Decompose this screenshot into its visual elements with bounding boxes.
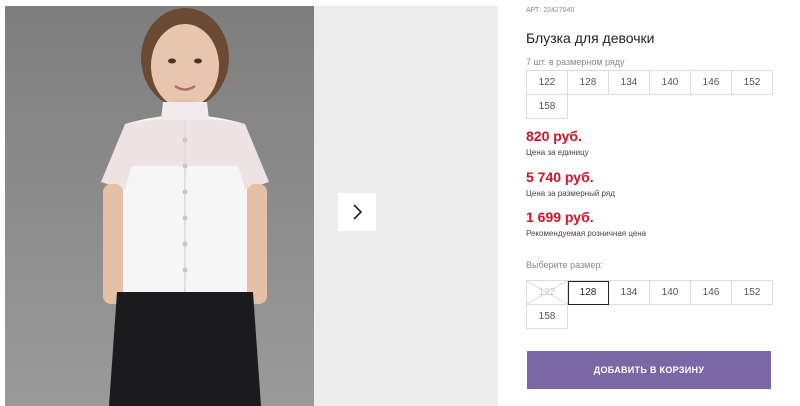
gallery-next-button[interactable] bbox=[338, 193, 376, 231]
pack-size-cell: 152 bbox=[732, 71, 773, 95]
pack-price-label: Цена за размерный ряд bbox=[526, 189, 615, 198]
product-photo[interactable] bbox=[5, 6, 314, 406]
size-option-label: 122 bbox=[538, 287, 556, 298]
pack-size-cell: 158 bbox=[527, 95, 568, 119]
size-option[interactable]: 134 bbox=[609, 281, 650, 305]
unit-price-label: Цена за единицу bbox=[526, 148, 589, 157]
size-selector: 122 128 134 140 146 152 158 bbox=[526, 280, 773, 329]
retail-price: 1 699 руб. bbox=[526, 209, 594, 225]
pack-size-label: 7 шт. в размерном ряду bbox=[526, 57, 625, 67]
size-option[interactable]: 158 bbox=[527, 305, 568, 329]
pack-price: 5 740 руб. bbox=[526, 169, 594, 185]
pack-size-cell: 122 bbox=[527, 71, 568, 95]
pack-size-cell: 134 bbox=[609, 71, 650, 95]
article-number: АРТ: 22427040 bbox=[526, 7, 575, 14]
size-option[interactable]: 140 bbox=[650, 281, 691, 305]
product-gallery bbox=[5, 6, 498, 406]
pack-size-cell: 140 bbox=[650, 71, 691, 95]
pack-size-grid: 122 128 134 140 146 152 158 bbox=[526, 70, 773, 119]
chevron-right-icon bbox=[353, 204, 363, 220]
pack-size-cell: 146 bbox=[691, 71, 732, 95]
pack-size-cell: 128 bbox=[568, 71, 609, 95]
add-to-cart-button[interactable]: ДОБАВИТЬ В КОРЗИНУ bbox=[527, 351, 771, 389]
size-option[interactable]: 152 bbox=[732, 281, 773, 305]
size-option-selected[interactable]: 128 bbox=[568, 281, 609, 305]
choose-size-label: Выберите размер: bbox=[526, 260, 603, 270]
size-option-unavailable: 122 bbox=[527, 281, 568, 305]
product-title: Блузка для девочки bbox=[526, 30, 655, 46]
product-photo-illustration bbox=[5, 6, 314, 406]
size-option[interactable]: 146 bbox=[691, 281, 732, 305]
retail-price-label: Рекомендуемая розничная цена bbox=[526, 229, 647, 238]
unit-price: 820 руб. bbox=[526, 128, 582, 144]
